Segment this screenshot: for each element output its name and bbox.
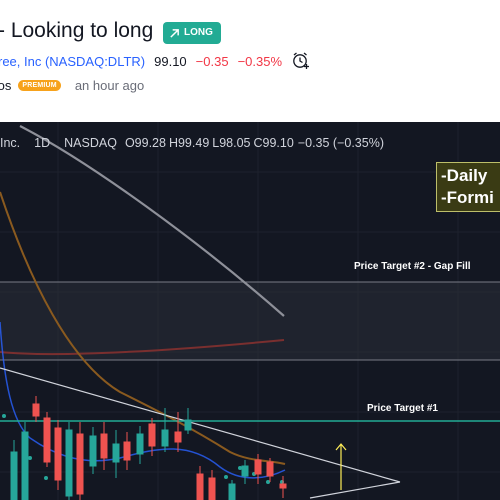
candle: [228, 480, 236, 500]
arrow-up-right-icon: [170, 28, 179, 38]
price-target-2-label: Price Target #2 - Gap Fill: [354, 261, 471, 272]
premium-badge: PREMIUM: [18, 79, 61, 91]
annotation-text-box[interactable]: -Daily -Formi: [436, 162, 500, 212]
candle: [100, 422, 108, 470]
candle: [136, 426, 144, 464]
idea-header: - Looking to long LONG ree, Inc (NASDAQ:…: [0, 0, 500, 122]
candle: [254, 454, 262, 484]
candle: [21, 422, 29, 500]
long-badge-label: LONG: [184, 27, 213, 38]
price-target-1-label: Price Target #1: [367, 403, 438, 414]
annotation-line-1: -Daily: [441, 166, 488, 185]
candle: [10, 440, 18, 500]
legend-exchange: NASDAQ: [64, 136, 117, 150]
legend-open-label: O: [124, 136, 135, 150]
ohlc-legend: Inc. 1D NASDAQ O 99.28 H 99.49 L 98.05 C…: [0, 136, 384, 150]
symbol-change-percent: −0.35%: [237, 53, 283, 69]
legend-high-label: H: [168, 136, 178, 150]
legend-close-value: 99.10: [262, 136, 294, 150]
annotation-line-2: -Formi: [441, 188, 494, 207]
add-alert-clock-icon[interactable]: [291, 51, 311, 71]
symbol-row: ree, Inc (NASDAQ:DLTR) 99.10 −0.35 −0.35…: [0, 52, 311, 70]
candle: [54, 420, 62, 490]
symbol-price: 99.10: [154, 53, 187, 69]
legend-open-value: 99.28: [134, 136, 166, 150]
symbol-change: −0.35: [195, 53, 229, 69]
symbol-link[interactable]: ree, Inc (NASDAQ:DLTR): [0, 54, 145, 69]
candle: [112, 430, 120, 478]
chart-canvas: [0, 122, 500, 500]
author-name[interactable]: tos: [0, 78, 11, 93]
author-row: tos PREMIUM an hour ago: [0, 76, 144, 94]
legend-symbol[interactable]: Inc.: [0, 136, 20, 150]
idea-title: - Looking to long: [0, 19, 154, 42]
candle: [266, 458, 274, 482]
legend-low-value: 98.05: [219, 136, 251, 150]
candle: [32, 396, 40, 422]
candle: [241, 460, 249, 484]
long-arrow: [335, 443, 347, 490]
legend-interval[interactable]: 1D: [34, 136, 50, 150]
candle: [76, 422, 84, 500]
candle: [65, 422, 73, 500]
candle: [43, 412, 51, 467]
legend-change: −0.35 (−0.35%): [297, 136, 384, 150]
candle: [196, 466, 204, 500]
candle: [89, 427, 97, 474]
candle: [123, 432, 131, 470]
legend-close-label: C: [253, 136, 263, 150]
legend-high-value: 99.49: [177, 136, 210, 150]
legend-low-label: L: [212, 136, 220, 150]
long-badge: LONG: [163, 22, 221, 44]
ascending-trendline: [309, 481, 401, 499]
posted-time: an hour ago: [74, 77, 145, 93]
candle: [279, 476, 287, 498]
candle: [208, 470, 216, 500]
price-chart[interactable]: Inc. 1D NASDAQ O 99.28 H 99.49 L 98.05 C…: [0, 122, 500, 500]
